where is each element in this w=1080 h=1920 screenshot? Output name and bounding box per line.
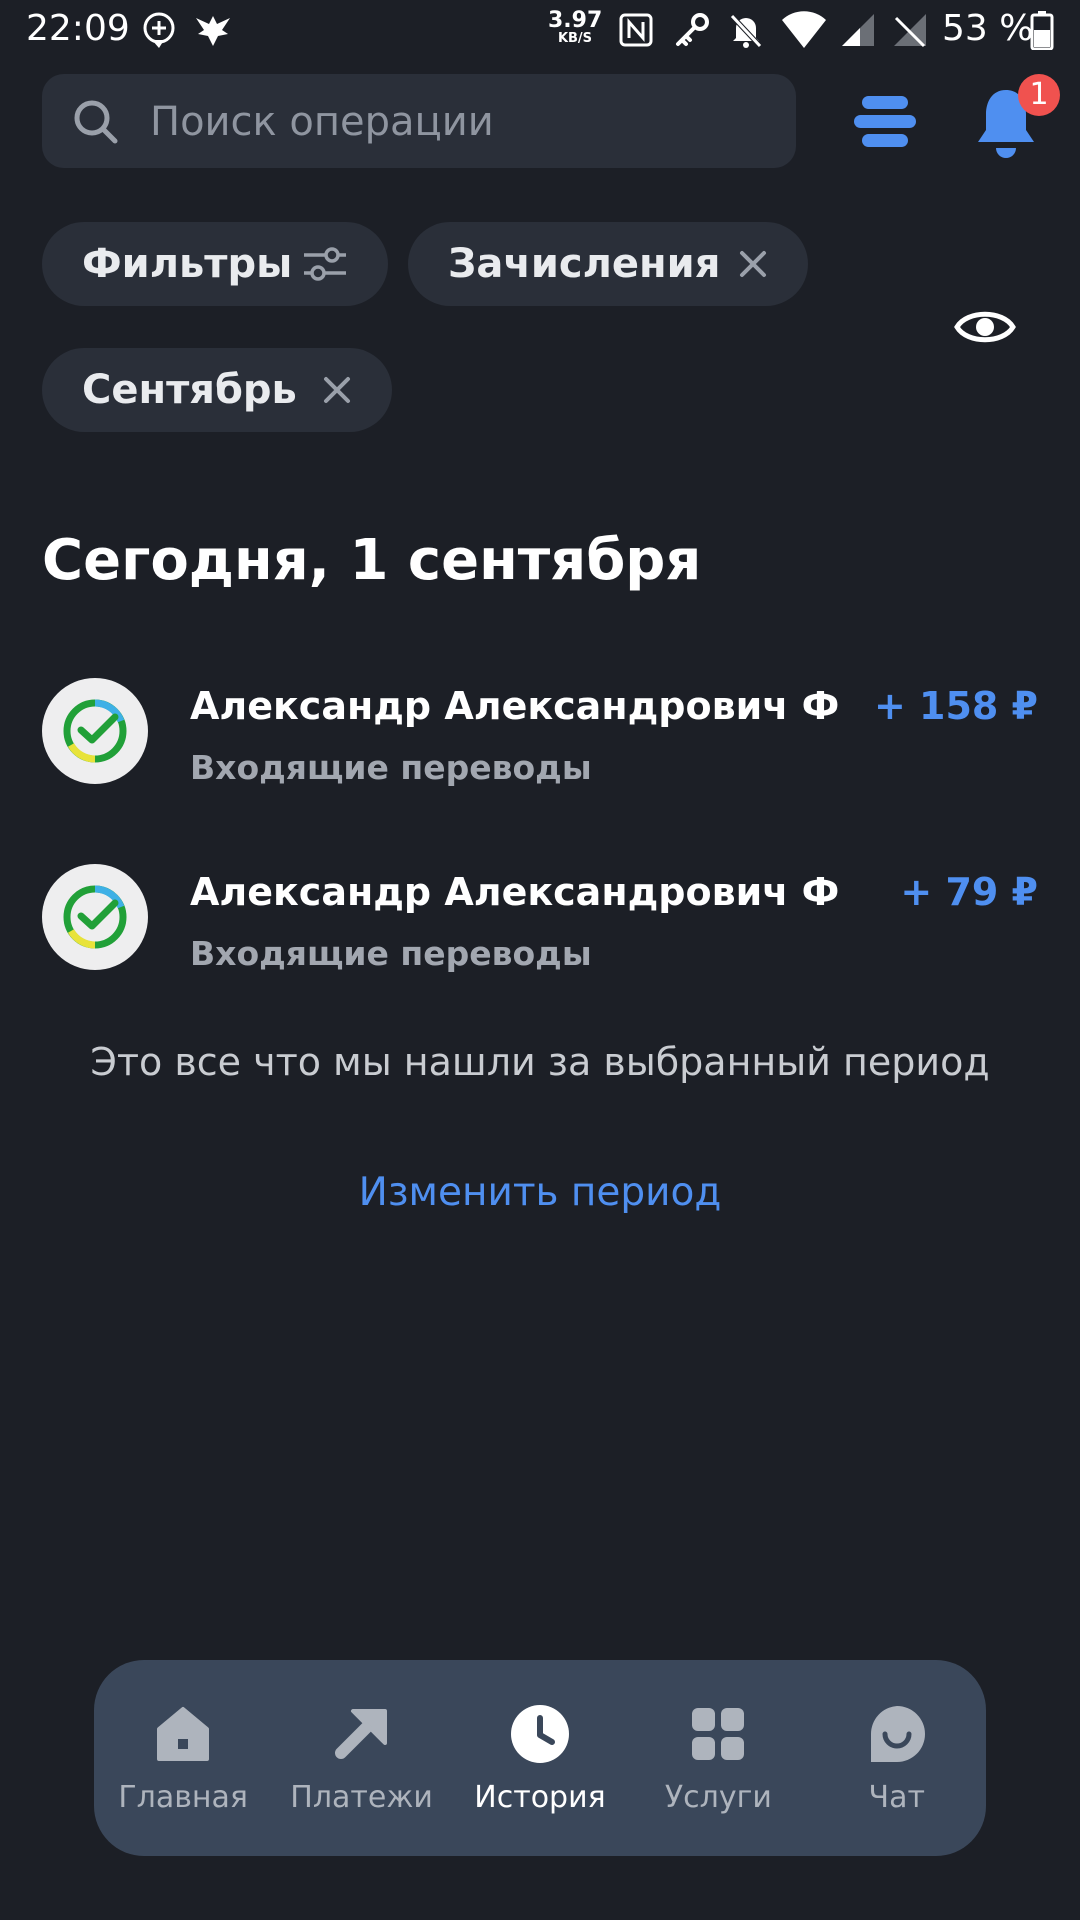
- bank-logo-avatar: [42, 678, 148, 784]
- key-icon: [672, 10, 712, 50]
- close-icon[interactable]: [322, 375, 352, 405]
- chip-incoming[interactable]: Зачисления: [408, 222, 808, 306]
- eye-icon: [954, 311, 1016, 343]
- signal-icon: [840, 10, 876, 50]
- bottom-navigation: Главная Платежи История Услуги Чат: [94, 1660, 986, 1856]
- transaction-category: Входящие переводы: [190, 934, 592, 973]
- search-input[interactable]: [148, 74, 772, 170]
- battery-icon: [1030, 10, 1054, 50]
- chip-month-label: Сентябрь: [82, 367, 297, 413]
- battery-percent: 53 %: [942, 8, 1034, 49]
- notifications-muted-icon: [726, 10, 766, 50]
- chip-incoming-label: Зачисления: [448, 241, 721, 287]
- eagle-emblem-icon: [192, 10, 234, 50]
- menu-button[interactable]: [852, 92, 918, 152]
- nav-label: Главная: [118, 1779, 248, 1815]
- transaction-row[interactable]: Александр Александрович Ф Входящие перев…: [42, 864, 1038, 974]
- clock-icon: [508, 1702, 572, 1766]
- notification-badge: 1: [1018, 74, 1060, 116]
- grid-icon: [686, 1702, 750, 1766]
- search-icon: [72, 98, 120, 150]
- filters-label: Фильтры: [82, 241, 293, 287]
- transaction-amount: + 158 ₽: [873, 684, 1038, 728]
- nav-item-payments[interactable]: Платежи: [278, 1702, 446, 1815]
- notifications-button[interactable]: 1: [974, 74, 1062, 164]
- close-icon[interactable]: [738, 249, 768, 279]
- change-period-link[interactable]: Изменить период: [0, 1170, 1080, 1215]
- wifi-icon: [780, 10, 828, 50]
- status-time: 22:09: [26, 8, 130, 49]
- nav-label: Чат: [868, 1779, 925, 1815]
- transaction-amount: + 79 ₽: [900, 870, 1038, 914]
- nav-label: Услуги: [664, 1779, 772, 1815]
- home-icon: [151, 1702, 215, 1766]
- nav-item-chat[interactable]: Чат: [813, 1702, 981, 1815]
- transaction-row[interactable]: Александр Александрович Ф Входящие перев…: [42, 678, 1038, 788]
- search-bar[interactable]: [42, 74, 796, 170]
- nfc-icon: [618, 10, 654, 50]
- toggle-amount-visibility-button[interactable]: [954, 302, 1016, 352]
- transaction-category: Входящие переводы: [190, 748, 592, 787]
- sber-logo-icon: [63, 699, 127, 763]
- stacked-menu-icon: [854, 96, 916, 147]
- nav-item-services[interactable]: Услуги: [634, 1702, 802, 1815]
- sliders-icon: [304, 247, 346, 281]
- transaction-name: Александр Александрович Ф: [190, 870, 840, 914]
- sber-logo-icon: [63, 885, 127, 949]
- arrow-icon: [330, 1702, 394, 1766]
- network-speed-unit: KB/S: [557, 31, 593, 46]
- filters-chip[interactable]: Фильтры: [42, 222, 388, 306]
- chip-month[interactable]: Сентябрь: [42, 348, 392, 432]
- nav-item-history[interactable]: История: [456, 1702, 624, 1815]
- no-signal-icon: [892, 10, 928, 50]
- bank-logo-avatar: [42, 864, 148, 970]
- network-speed-value: 3.97: [548, 8, 603, 33]
- chat-icon: [865, 1702, 929, 1766]
- transaction-name: Александр Александрович Ф: [190, 684, 840, 728]
- nav-label: История: [474, 1779, 606, 1815]
- date-section-title: Сегодня, 1 сентября: [42, 528, 702, 593]
- nav-item-home[interactable]: Главная: [99, 1702, 267, 1815]
- network-speed: 3.97 KB/S: [548, 8, 603, 46]
- end-of-results-note: Это все что мы нашли за выбранный период: [90, 1040, 990, 1084]
- nav-label: Платежи: [290, 1779, 433, 1815]
- add-location-icon: [140, 10, 178, 50]
